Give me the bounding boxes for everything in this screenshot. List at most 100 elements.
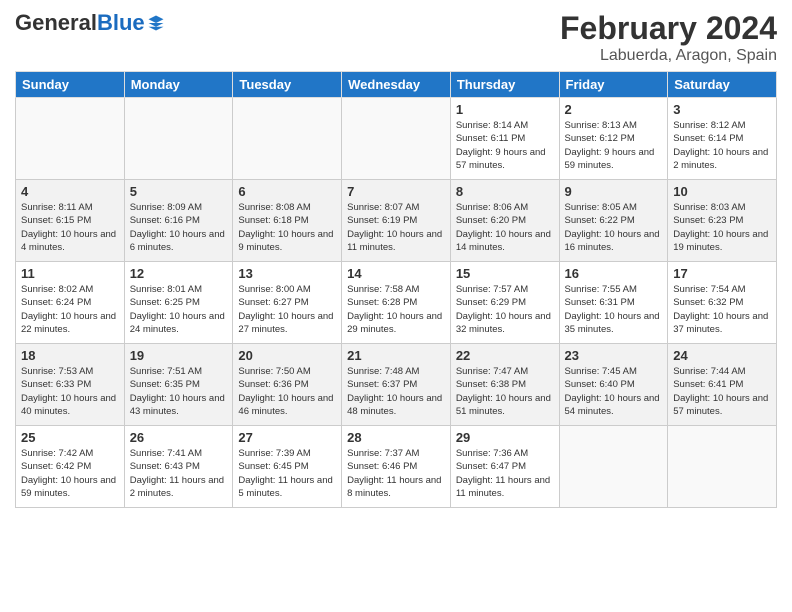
day-cell: 17 Sunrise: 7:54 AM Sunset: 6:32 PM Dayli… (668, 262, 777, 344)
day-info: Sunrise: 7:41 AM Sunset: 6:43 PM Dayligh… (130, 447, 228, 500)
day-number: 23 (565, 348, 663, 363)
day-cell: 19Sunrise: 7:51 AM Sunset: 6:35 PM Dayli… (124, 344, 233, 426)
day-info: Sunrise: 8:11 AM Sunset: 6:15 PM Dayligh… (21, 201, 119, 254)
logo: GeneralBlue (15, 10, 165, 36)
logo-blue: Blue (97, 10, 145, 36)
logo-text: GeneralBlue (15, 10, 165, 36)
day-number: 3 (673, 102, 771, 117)
day-number: 26 (130, 430, 228, 445)
day-cell: 2Sunrise: 8:13 AM Sunset: 6:12 PM Daylig… (559, 98, 668, 180)
header-area: GeneralBlue February 2024 Labuerda, Arag… (15, 10, 777, 65)
day-info: Sunrise: 7:48 AM Sunset: 6:37 PM Dayligh… (347, 365, 445, 418)
day-info: Sunrise: 7:39 AM Sunset: 6:45 PM Dayligh… (238, 447, 336, 500)
day-info: Sunrise: 7:42 AM Sunset: 6:42 PM Dayligh… (21, 447, 119, 500)
main-container: GeneralBlue February 2024 Labuerda, Arag… (0, 0, 792, 612)
day-number: 18 (21, 348, 119, 363)
day-cell: 10Sunrise: 8:03 AM Sunset: 6:23 PM Dayli… (668, 180, 777, 262)
day-number: 11 (21, 266, 119, 281)
day-info: Sunrise: 7:44 AM Sunset: 6:41 PM Dayligh… (673, 365, 771, 418)
day-cell: 1 Sunrise: 8:14 AM Sunset: 6:11 PM Daylig… (450, 98, 559, 180)
day-cell: 29 Sunrise: 7:36 AM Sunset: 6:47 PM Dayli… (450, 426, 559, 508)
day-info: Sunrise: 8:03 AM Sunset: 6:23 PM Dayligh… (673, 201, 771, 254)
day-cell: 3Sunrise: 8:12 AM Sunset: 6:14 PM Daylig… (668, 98, 777, 180)
day-info: Sunrise: 8:09 AM Sunset: 6:16 PM Dayligh… (130, 201, 228, 254)
day-cell: 28 Sunrise: 7:37 AM Sunset: 6:46 PM Dayli… (342, 426, 451, 508)
day-cell (16, 98, 125, 180)
day-info: Sunrise: 7:57 AM Sunset: 6:29 PM Dayligh… (456, 283, 554, 336)
day-info: Sunrise: 8:14 AM Sunset: 6:11 PM Dayligh… (456, 119, 554, 172)
day-cell: 15 Sunrise: 7:57 AM Sunset: 6:29 PM Dayli… (450, 262, 559, 344)
day-cell: 21Sunrise: 7:48 AM Sunset: 6:37 PM Dayli… (342, 344, 451, 426)
day-number: 4 (21, 184, 119, 199)
day-number: 8 (456, 184, 554, 199)
day-cell: 5 Sunrise: 8:09 AM Sunset: 6:16 PM Daylig… (124, 180, 233, 262)
day-info: Sunrise: 8:00 AM Sunset: 6:27 PM Dayligh… (238, 283, 336, 336)
day-info: Sunrise: 8:05 AM Sunset: 6:22 PM Dayligh… (565, 201, 663, 254)
day-cell: 4 Sunrise: 8:11 AM Sunset: 6:15 PM Daylig… (16, 180, 125, 262)
logo-icon (147, 14, 165, 32)
day-cell (668, 426, 777, 508)
day-info: Sunrise: 8:08 AM Sunset: 6:18 PM Dayligh… (238, 201, 336, 254)
day-cell: 26 Sunrise: 7:41 AM Sunset: 6:43 PM Dayli… (124, 426, 233, 508)
day-info: Sunrise: 8:02 AM Sunset: 6:24 PM Dayligh… (21, 283, 119, 336)
day-number: 20 (238, 348, 336, 363)
day-number: 22 (456, 348, 554, 363)
weekday-thursday: Thursday (450, 72, 559, 98)
day-cell: 18 Sunrise: 7:53 AM Sunset: 6:33 PM Dayli… (16, 344, 125, 426)
day-number: 5 (130, 184, 228, 199)
week-row-2: 4 Sunrise: 8:11 AM Sunset: 6:15 PM Daylig… (16, 180, 777, 262)
day-info: Sunrise: 7:50 AM Sunset: 6:36 PM Dayligh… (238, 365, 336, 418)
weekday-header-row: SundayMondayTuesdayWednesdayThursdayFrid… (16, 72, 777, 98)
day-info: Sunrise: 7:58 AM Sunset: 6:28 PM Dayligh… (347, 283, 445, 336)
day-info: Sunrise: 7:54 AM Sunset: 6:32 PM Dayligh… (673, 283, 771, 336)
day-cell (342, 98, 451, 180)
day-info: Sunrise: 8:07 AM Sunset: 6:19 PM Dayligh… (347, 201, 445, 254)
day-number: 14 (347, 266, 445, 281)
day-number: 12 (130, 266, 228, 281)
day-cell: 7 Sunrise: 8:07 AM Sunset: 6:19 PM Daylig… (342, 180, 451, 262)
weekday-saturday: Saturday (668, 72, 777, 98)
weekday-sunday: Sunday (16, 72, 125, 98)
day-number: 17 (673, 266, 771, 281)
day-number: 27 (238, 430, 336, 445)
day-cell: 16 Sunrise: 7:55 AM Sunset: 6:31 PM Dayli… (559, 262, 668, 344)
day-number: 29 (456, 430, 554, 445)
day-cell: 6Sunrise: 8:08 AM Sunset: 6:18 PM Daylig… (233, 180, 342, 262)
calendar-table: SundayMondayTuesdayWednesdayThursdayFrid… (15, 71, 777, 508)
day-cell: 12 Sunrise: 8:01 AM Sunset: 6:25 PM Dayli… (124, 262, 233, 344)
weekday-wednesday: Wednesday (342, 72, 451, 98)
day-info: Sunrise: 7:36 AM Sunset: 6:47 PM Dayligh… (456, 447, 554, 500)
week-row-4: 18 Sunrise: 7:53 AM Sunset: 6:33 PM Dayli… (16, 344, 777, 426)
day-number: 28 (347, 430, 445, 445)
week-row-3: 11 Sunrise: 8:02 AM Sunset: 6:24 PM Dayli… (16, 262, 777, 344)
day-info: Sunrise: 8:06 AM Sunset: 6:20 PM Dayligh… (456, 201, 554, 254)
day-cell: 14 Sunrise: 7:58 AM Sunset: 6:28 PM Dayli… (342, 262, 451, 344)
day-number: 16 (565, 266, 663, 281)
day-cell: 9 Sunrise: 8:05 AM Sunset: 6:22 PM Daylig… (559, 180, 668, 262)
day-info: Sunrise: 7:47 AM Sunset: 6:38 PM Dayligh… (456, 365, 554, 418)
day-cell: 20 Sunrise: 7:50 AM Sunset: 6:36 PM Dayli… (233, 344, 342, 426)
day-number: 19 (130, 348, 228, 363)
day-info: Sunrise: 8:13 AM Sunset: 6:12 PM Dayligh… (565, 119, 663, 172)
day-number: 7 (347, 184, 445, 199)
day-info: Sunrise: 7:55 AM Sunset: 6:31 PM Dayligh… (565, 283, 663, 336)
weekday-friday: Friday (559, 72, 668, 98)
day-info: Sunrise: 7:37 AM Sunset: 6:46 PM Dayligh… (347, 447, 445, 500)
logo-general: General (15, 10, 97, 36)
day-cell (124, 98, 233, 180)
day-info: Sunrise: 8:01 AM Sunset: 6:25 PM Dayligh… (130, 283, 228, 336)
day-info: Sunrise: 7:53 AM Sunset: 6:33 PM Dayligh… (21, 365, 119, 418)
day-cell: 11 Sunrise: 8:02 AM Sunset: 6:24 PM Dayli… (16, 262, 125, 344)
day-number: 9 (565, 184, 663, 199)
day-cell: 13Sunrise: 8:00 AM Sunset: 6:27 PM Dayli… (233, 262, 342, 344)
day-info: Sunrise: 7:45 AM Sunset: 6:40 PM Dayligh… (565, 365, 663, 418)
day-cell: 8 Sunrise: 8:06 AM Sunset: 6:20 PM Daylig… (450, 180, 559, 262)
day-cell: 23 Sunrise: 7:45 AM Sunset: 6:40 PM Dayli… (559, 344, 668, 426)
day-number: 25 (21, 430, 119, 445)
day-cell (233, 98, 342, 180)
day-number: 15 (456, 266, 554, 281)
weekday-tuesday: Tuesday (233, 72, 342, 98)
day-number: 1 (456, 102, 554, 117)
day-cell: 25 Sunrise: 7:42 AM Sunset: 6:42 PM Dayli… (16, 426, 125, 508)
weekday-monday: Monday (124, 72, 233, 98)
